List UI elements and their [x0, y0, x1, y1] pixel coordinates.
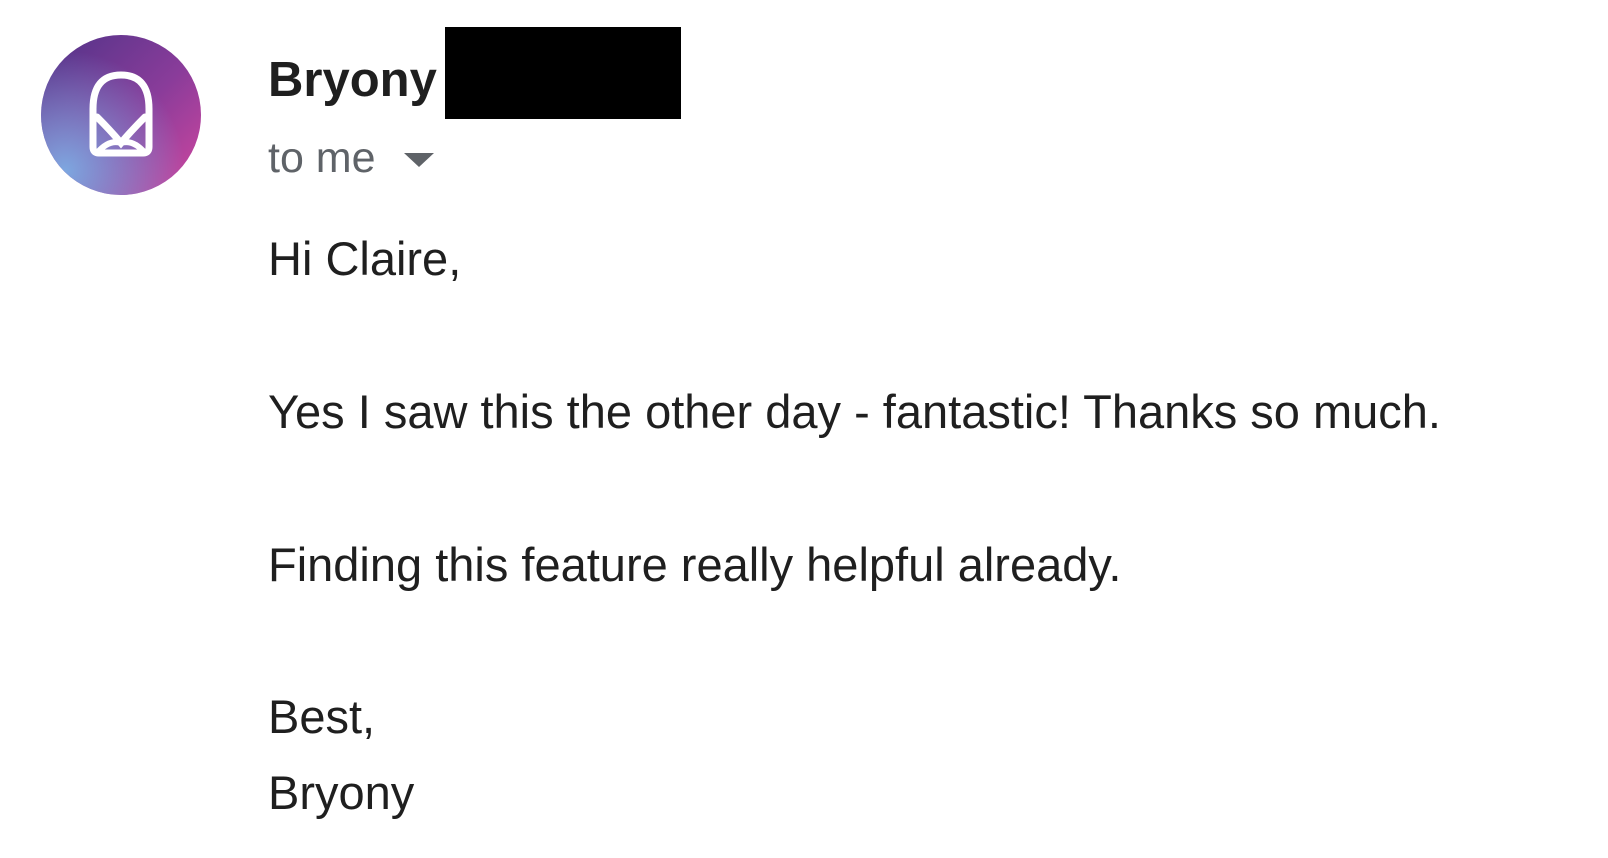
- message-signoff: Best,: [268, 690, 376, 743]
- email-header: Bryony to me: [268, 27, 681, 182]
- redaction-block: [444, 27, 681, 119]
- envelope-heart-logo-icon: [41, 35, 201, 195]
- message-line: Finding this feature really helpful alre…: [268, 538, 1122, 591]
- caret-down-icon[interactable]: [402, 151, 436, 169]
- message-line: Yes I saw this the other day - fantastic…: [268, 385, 1441, 438]
- sender-name[interactable]: Bryony: [268, 44, 437, 116]
- sender-avatar[interactable]: [41, 35, 201, 195]
- sender-row: Bryony: [268, 27, 681, 133]
- recipient-label: to me: [268, 134, 376, 182]
- message-signature: Bryony: [268, 766, 415, 819]
- message-greeting: Hi Claire,: [268, 232, 462, 285]
- recipient-details-toggle[interactable]: to me: [268, 130, 436, 186]
